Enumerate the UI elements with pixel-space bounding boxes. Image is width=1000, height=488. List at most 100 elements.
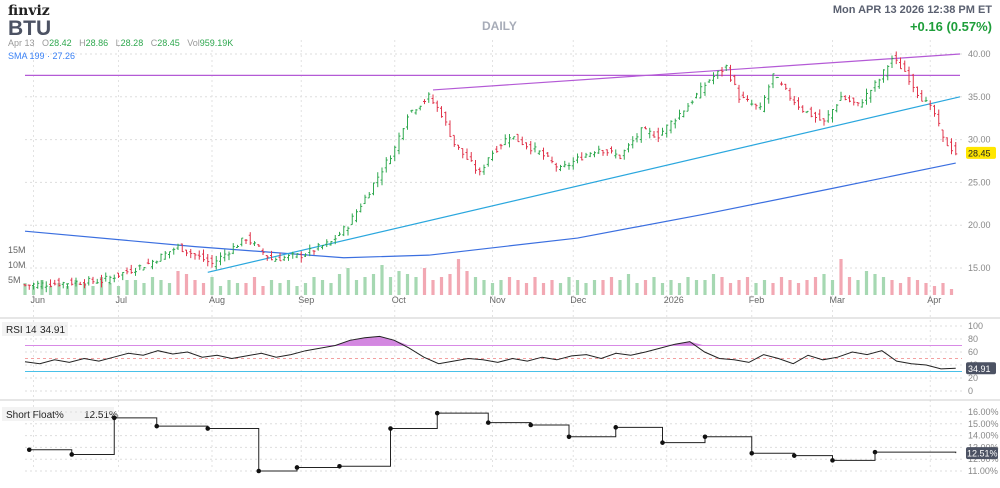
volume-bar: [193, 280, 197, 295]
volume-bar: [941, 283, 945, 295]
volume-bar: [550, 280, 554, 295]
short-float-point: [749, 451, 755, 456]
volume-bar: [677, 283, 682, 295]
volume-bar: [907, 277, 911, 295]
price-tick-label: 40.00: [968, 49, 991, 59]
rsi-value: 34.91: [40, 325, 65, 336]
date-tick-label: Oct: [392, 295, 407, 305]
volume-bar: [116, 286, 121, 295]
volume-bar: [873, 274, 877, 295]
date-tick-label: Mar: [830, 295, 846, 305]
volume-bar: [448, 274, 452, 295]
short-float-point: [388, 426, 393, 431]
short-float-point: [872, 449, 878, 455]
volume-bar: [762, 280, 767, 295]
short-float-tick-label: 16.00%: [968, 407, 999, 417]
volume-bar: [371, 274, 376, 295]
rsi-overbought-fill: [25, 336, 956, 346]
volume-bar: [295, 286, 299, 295]
volume-bar: [108, 283, 112, 295]
open-label: O: [42, 38, 50, 48]
volume-bar: [490, 283, 495, 295]
date-tick-label: Jul: [116, 295, 128, 305]
volume-bar: [771, 283, 775, 295]
volume-bar: [278, 283, 282, 295]
short-float-tick-label: 15.00%: [968, 419, 999, 429]
low-value: 28.28: [120, 38, 144, 48]
volume-bar: [210, 277, 214, 295]
volume-bar: [856, 280, 860, 295]
volume-bar: [635, 283, 639, 295]
volume-bar: [397, 271, 401, 295]
close-value: 28.45: [157, 38, 180, 48]
volume-bar: [881, 277, 886, 295]
volume-label: Vol: [187, 38, 200, 48]
volume-bar: [244, 283, 248, 295]
price-tick-label: 30.00: [968, 135, 991, 145]
volume-bar: [839, 259, 843, 295]
volume-bar: [184, 274, 189, 295]
volume-bar: [431, 280, 435, 295]
short-float-point: [830, 458, 835, 463]
volume-bar: [890, 280, 894, 295]
price-tick-label: 20.00: [968, 220, 991, 230]
volume-bar: [48, 286, 53, 295]
volume-bar: [346, 268, 350, 295]
volume-bar: [125, 280, 129, 295]
price-tick-label: 25.00: [968, 177, 991, 187]
date-tick-label: Feb: [749, 295, 765, 305]
volume-bar: [805, 280, 809, 295]
volume-bar: [609, 277, 614, 295]
date-tick-label: 2026: [664, 295, 684, 305]
sma-legend: SMA 199 · 27.26: [8, 51, 76, 61]
volume-bar: [567, 277, 571, 295]
volume-bar: [533, 277, 537, 295]
price-change: +0.16 (0.57%): [909, 19, 992, 34]
short-float-tick-label: 14.00%: [968, 431, 999, 441]
volume-tick-label: 5M: [8, 275, 21, 285]
rsi-value-label: 34.91: [968, 364, 991, 374]
volume-bar: [465, 271, 469, 295]
volume-bar: [830, 280, 835, 295]
short-float-point: [434, 410, 440, 416]
open-value: 28.42: [49, 38, 72, 48]
volume-bar: [601, 280, 605, 295]
volume-bar: [312, 277, 316, 295]
short-float-point: [154, 423, 160, 429]
volume-bar: [176, 271, 180, 295]
rsi-tick-label: 60: [968, 347, 978, 357]
volume-bar: [405, 274, 410, 295]
volume-bar: [949, 289, 954, 295]
volume-bar: [516, 280, 520, 295]
volume-tick-label: 15M: [8, 245, 26, 255]
volume-bar: [159, 280, 163, 295]
volume-bar: [473, 277, 478, 295]
volume-bar: [414, 277, 418, 295]
short-float-point: [791, 453, 797, 458]
volume-bar: [329, 283, 333, 295]
trendline: [207, 96, 961, 273]
volume-value: 959.19K: [199, 38, 234, 48]
short-float-point: [256, 468, 262, 474]
volume-bar: [482, 280, 486, 295]
volume-bar: [711, 274, 716, 295]
datetime: Mon APR 13 2026 12:38 PM ET: [832, 4, 992, 16]
volume-bar: [720, 277, 724, 295]
volume-bar: [915, 280, 920, 295]
short-float-point: [337, 463, 342, 469]
short-float-point: [294, 465, 300, 470]
volume-bar: [728, 283, 733, 295]
chart-svg[interactable]: 40.00 35.00 30.00 25.00 20.00 15.00 Jun Jul Aug S…: [0, 0, 1000, 488]
last-price-label: 28.45: [968, 148, 991, 158]
volume-bar: [737, 280, 741, 295]
volume-bar: [779, 277, 784, 295]
volume-bar: [439, 277, 444, 295]
volume-bar: [499, 280, 503, 295]
volume-bar: [261, 286, 265, 295]
volume-tick-label: 10M: [8, 260, 26, 270]
short-float-point: [485, 420, 491, 425]
volume-bar: [618, 280, 622, 295]
short-float-point: [613, 425, 619, 430]
volume-bar: [575, 280, 580, 295]
volume-bar: [337, 274, 342, 295]
